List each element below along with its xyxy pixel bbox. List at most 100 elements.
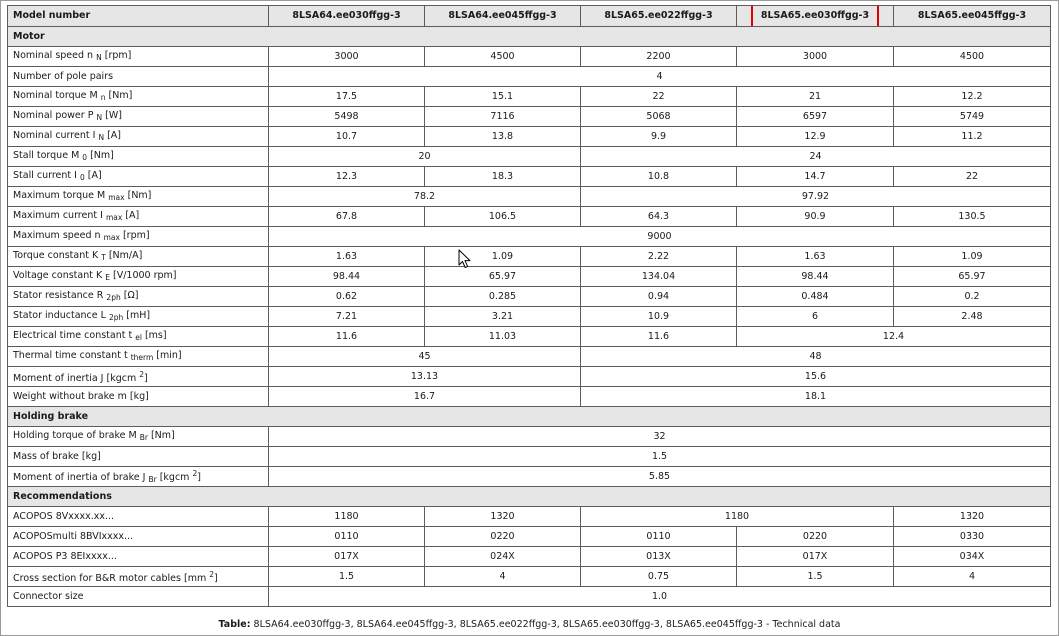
row-label: Nominal speed n N [rpm] [7, 46, 269, 67]
table-cell: 10.8 [580, 166, 737, 187]
table-cell: 12.2 [893, 86, 1051, 107]
row-label: Maximum speed n max [rpm] [7, 226, 269, 247]
table-cell: 4500 [424, 46, 581, 67]
row-label: ACOPOS 8Vxxxx.xx... [7, 506, 269, 527]
table-cell: 64.3 [580, 206, 737, 227]
row-label: Thermal time constant t therm [min] [7, 346, 269, 367]
header-model-1: 8LSA64.ee030ffgg-3 [268, 5, 425, 27]
row-label: Voltage constant K E [V/1000 rpm] [7, 266, 269, 287]
technical-data-table: Model number 8LSA64.ee030ffgg-3 8LSA64.e… [7, 5, 1051, 607]
table-cell: 2200 [580, 46, 737, 67]
table-cell: 1320 [424, 506, 581, 527]
table-cell: 78.2 [268, 186, 581, 207]
row-label: Maximum torque M max [Nm] [7, 186, 269, 207]
row-label: Moment of inertia of brake J Br [kgcm 2] [7, 466, 269, 487]
table-cell: 48 [580, 346, 1051, 367]
table-cell: 1.5 [736, 566, 894, 587]
caption-prefix: Table: [218, 619, 251, 630]
table-row: Stall torque M 0 [Nm] 20 24 [7, 146, 1051, 167]
table-cell: 5749 [893, 106, 1051, 127]
highlight-box: 8LSA65.ee030ffgg-3 [750, 6, 880, 26]
table-row: Weight without brake m [kg] 16.7 18.1 [7, 386, 1051, 407]
table-cell: 0330 [893, 526, 1051, 547]
table-row: Maximum speed n max [rpm] 9000 [7, 226, 1051, 247]
row-label: Stator resistance R 2ph [Ω] [7, 286, 269, 307]
table-cell: 106.5 [424, 206, 581, 227]
table-cell: 1.0 [268, 586, 1051, 607]
row-label: Connector size [7, 586, 269, 607]
table-cell: 1.5 [268, 566, 425, 587]
table-cell: 0220 [736, 526, 894, 547]
table-cell: 22 [580, 86, 737, 107]
table-cell: 98.44 [268, 266, 425, 287]
table-cell: 6597 [736, 106, 894, 127]
table-cell: 12.3 [268, 166, 425, 187]
table-cell: 4 [268, 66, 1051, 87]
header-row: Model number 8LSA64.ee030ffgg-3 8LSA64.e… [7, 5, 1051, 27]
table-cell: 0.75 [580, 566, 737, 587]
table-row: Thermal time constant t therm [min] 45 4… [7, 346, 1051, 367]
table-cell: 017X [268, 546, 425, 567]
table-cell: 32 [268, 426, 1051, 447]
table-cell: 0110 [580, 526, 737, 547]
row-label: Mass of brake [kg] [7, 446, 269, 467]
table-cell: 67.8 [268, 206, 425, 227]
table-row: Stator inductance L 2ph [mH] 7.21 3.21 1… [7, 306, 1051, 327]
table-cell: 134.04 [580, 266, 737, 287]
table-row: Mass of brake [kg] 1.5 [7, 446, 1051, 467]
table-cell: 0220 [424, 526, 581, 547]
section-row-motor: Motor [7, 26, 1051, 47]
table-cell: 4 [424, 566, 581, 587]
table-cell: 7.21 [268, 306, 425, 327]
header-model-number: Model number [7, 5, 269, 27]
table-cell: 024X [424, 546, 581, 567]
row-label: Maximum current I max [A] [7, 206, 269, 227]
row-label: Weight without brake m [kg] [7, 386, 269, 407]
row-label: Nominal torque M n [Nm] [7, 86, 269, 107]
header-model-4-highlighted: 8LSA65.ee030ffgg-3 [736, 5, 894, 27]
table-row: Moment of inertia of brake J Br [kgcm 2]… [7, 466, 1051, 487]
table-row: Nominal current I N [A] 10.7 13.8 9.9 12… [7, 126, 1051, 147]
table-row: ACOPOSmulti 8BVIxxxx... 0110 0220 0110 0… [7, 526, 1051, 547]
table-cell: 3000 [736, 46, 894, 67]
table-cell: 1180 [580, 506, 894, 527]
table-cell: 13.8 [424, 126, 581, 147]
table-cell: 21 [736, 86, 894, 107]
table-cell: 12.9 [736, 126, 894, 147]
table-cell: 017X [736, 546, 894, 567]
header-model-2: 8LSA64.ee045ffgg-3 [424, 5, 581, 27]
table-row: Nominal power P N [W] 5498 7116 5068 659… [7, 106, 1051, 127]
row-label: Number of pole pairs [7, 66, 269, 87]
caption-text: 8LSA64.ee030ffgg-3, 8LSA64.ee045ffgg-3, … [250, 619, 841, 630]
table-cell: 0110 [268, 526, 425, 547]
table-cell: 1.5 [268, 446, 1051, 467]
row-label: Nominal current I N [A] [7, 126, 269, 147]
table-cell: 5068 [580, 106, 737, 127]
table-cell: 130.5 [893, 206, 1051, 227]
table-cell: 10.9 [580, 306, 737, 327]
table-cell: 12.4 [736, 326, 1051, 347]
table-cell: 22 [893, 166, 1051, 187]
table-cell: 11.2 [893, 126, 1051, 147]
table-cell: 0.285 [424, 286, 581, 307]
table-cell: 0.94 [580, 286, 737, 307]
table-cell: 18.1 [580, 386, 1051, 407]
table-cell: 1180 [268, 506, 425, 527]
table-row: Voltage constant K E [V/1000 rpm] 98.44 … [7, 266, 1051, 287]
table-cell: 1.63 [736, 246, 894, 267]
table-cell: 97.92 [580, 186, 1051, 207]
row-label: Stall torque M 0 [Nm] [7, 146, 269, 167]
table-row: ACOPOS 8Vxxxx.xx... 1180 1320 1180 1320 [7, 506, 1051, 527]
table-cell: 7116 [424, 106, 581, 127]
table-cell: 15.6 [580, 366, 1051, 387]
row-label: ACOPOS P3 8EIxxxx... [7, 546, 269, 567]
section-title-holding-brake: Holding brake [7, 406, 1051, 427]
table-cell: 45 [268, 346, 581, 367]
table-cell: 0.62 [268, 286, 425, 307]
table-cell: 11.6 [580, 326, 737, 347]
row-label: Cross section for B&R motor cables [mm 2… [7, 566, 269, 587]
table-cell: 16.7 [268, 386, 581, 407]
table-cell: 0.484 [736, 286, 894, 307]
table-cell: 2.48 [893, 306, 1051, 327]
table-cell: 2.22 [580, 246, 737, 267]
